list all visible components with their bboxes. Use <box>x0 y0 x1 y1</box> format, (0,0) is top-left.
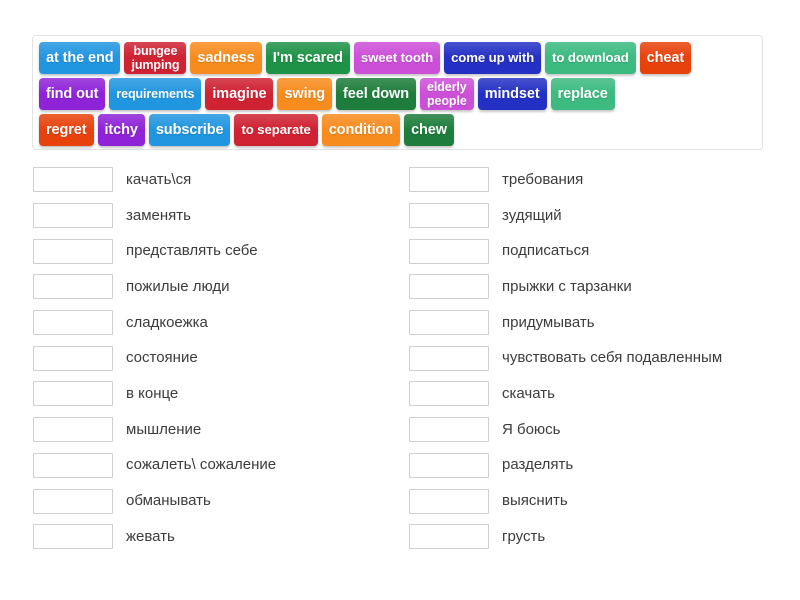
drop-slot[interactable] <box>409 310 489 336</box>
answer-prompt-text: сладкоежка <box>126 313 208 331</box>
drop-slot[interactable] <box>409 203 489 229</box>
answer-row: заменять <box>33 198 413 234</box>
word-tile[interactable]: chew <box>404 114 454 146</box>
drop-slot[interactable] <box>33 167 113 193</box>
answer-row: грусть <box>409 519 789 555</box>
drop-slot[interactable] <box>409 452 489 478</box>
drop-slot[interactable] <box>33 345 113 371</box>
answer-prompt-text: требования <box>502 170 584 188</box>
drop-slot[interactable] <box>33 381 113 407</box>
answer-prompt-text: прыжки с тарзанки <box>502 277 632 295</box>
answer-row: требования <box>409 162 789 198</box>
answer-prompt-text: подписаться <box>502 242 590 260</box>
answer-row: сладкоежка <box>33 305 413 341</box>
answer-row: прыжки с тарзанки <box>409 269 789 305</box>
word-tile[interactable]: mindset <box>477 78 547 110</box>
drop-slot[interactable] <box>409 274 489 300</box>
word-tile[interactable]: replace <box>550 78 615 110</box>
answer-row: скачать <box>409 376 789 412</box>
answer-prompt-text: зудящий <box>502 206 562 224</box>
tile-row: regret itchy subscribe to separate condition… <box>39 114 757 146</box>
tile-bank: at the end bungee jumping sadness I'm scare… <box>32 35 763 150</box>
answer-row: мышление <box>33 412 413 448</box>
drop-slot[interactable] <box>409 417 489 443</box>
answer-row: жевать <box>33 519 413 555</box>
answer-prompt-text: пожилые люди <box>126 277 230 295</box>
tile-bank-rows: at the end bungee jumping sadness I'm scare… <box>39 42 757 146</box>
answer-row: в конце <box>33 376 413 412</box>
answer-list-right-column: требования зудящий подписаться прыжки с тар… <box>409 162 789 555</box>
drop-slot[interactable] <box>409 238 489 264</box>
answer-row: чувствовать себя подавленным <box>409 340 789 376</box>
tile-row: find out requirements imagine swing feel dow… <box>39 78 757 110</box>
word-tile[interactable]: bungee jumping <box>124 42 187 74</box>
word-tile[interactable]: sweet tooth <box>353 42 441 74</box>
activity-page: at the end bungee jumping sadness I'm scare… <box>0 0 800 600</box>
answer-prompt-text: жевать <box>126 527 175 545</box>
drop-slot[interactable] <box>33 452 113 478</box>
drop-slot[interactable] <box>33 203 113 229</box>
drop-slot[interactable] <box>33 238 113 264</box>
word-tile[interactable]: feel down <box>336 78 416 110</box>
drop-slot[interactable] <box>33 524 113 550</box>
answer-prompt-text: Я боюсь <box>502 420 561 438</box>
drop-slot[interactable] <box>409 524 489 550</box>
answer-row: Я боюсь <box>409 412 789 448</box>
answer-row: зудящий <box>409 198 789 234</box>
answer-prompt-text: обманывать <box>126 492 211 510</box>
answer-prompt-text: в конце <box>126 384 179 402</box>
answer-prompt-text: мышление <box>126 420 202 438</box>
drop-slot[interactable] <box>409 381 489 407</box>
word-tile[interactable]: subscribe <box>148 114 231 146</box>
answer-prompt-text: заменять <box>126 206 191 224</box>
drop-slot[interactable] <box>33 488 113 514</box>
word-tile[interactable]: elderly people <box>420 78 474 110</box>
word-tile[interactable]: condition <box>321 114 401 146</box>
word-tile[interactable]: to separate <box>234 114 318 146</box>
answer-list-left-column: качать\ся заменять представлять себе пожилы… <box>33 162 413 555</box>
answer-prompt-text: скачать <box>502 384 555 402</box>
drop-slot[interactable] <box>33 310 113 336</box>
answer-row: подписаться <box>409 233 789 269</box>
answer-prompt-text: разделять <box>502 456 574 474</box>
answer-row: представлять себе <box>33 233 413 269</box>
drop-slot[interactable] <box>409 488 489 514</box>
answer-prompt-text: придумывать <box>502 313 595 331</box>
word-tile[interactable]: find out <box>39 78 106 110</box>
word-tile[interactable]: come up with <box>444 42 542 74</box>
answer-row: разделять <box>409 448 789 484</box>
answer-row: качать\ся <box>33 162 413 198</box>
answer-prompt-text: выяснить <box>502 492 568 510</box>
word-tile[interactable]: cheat <box>639 42 692 74</box>
word-tile[interactable]: requirements <box>109 78 202 110</box>
tile-row: at the end bungee jumping sadness I'm scare… <box>39 42 757 74</box>
answer-prompt-text: сожалеть\ сожаление <box>126 456 277 474</box>
answer-prompt-text: представлять себе <box>126 242 258 260</box>
answer-prompt-text: качать\ся <box>126 170 192 188</box>
answer-row: сожалеть\ сожаление <box>33 448 413 484</box>
drop-slot[interactable] <box>33 274 113 300</box>
word-tile[interactable]: swing <box>277 78 333 110</box>
drop-slot[interactable] <box>409 167 489 193</box>
word-tile[interactable]: at the end <box>39 42 121 74</box>
word-tile[interactable]: sadness <box>190 42 262 74</box>
answer-row: придумывать <box>409 305 789 341</box>
answer-row: обманывать <box>33 483 413 519</box>
answer-prompt-text: состояние <box>126 349 198 367</box>
word-tile[interactable]: regret <box>39 114 94 146</box>
word-tile[interactable]: to download <box>545 42 636 74</box>
answer-row: выяснить <box>409 483 789 519</box>
drop-slot[interactable] <box>33 417 113 443</box>
drop-slot[interactable] <box>409 345 489 371</box>
word-tile[interactable]: I'm scared <box>265 42 350 74</box>
word-tile[interactable]: imagine <box>205 78 274 110</box>
word-tile[interactable]: itchy <box>97 114 145 146</box>
answer-prompt-text: чувствовать себя подавленным <box>502 349 723 367</box>
answer-row: состояние <box>33 340 413 376</box>
answer-prompt-text: грусть <box>502 527 546 545</box>
answer-row: пожилые люди <box>33 269 413 305</box>
